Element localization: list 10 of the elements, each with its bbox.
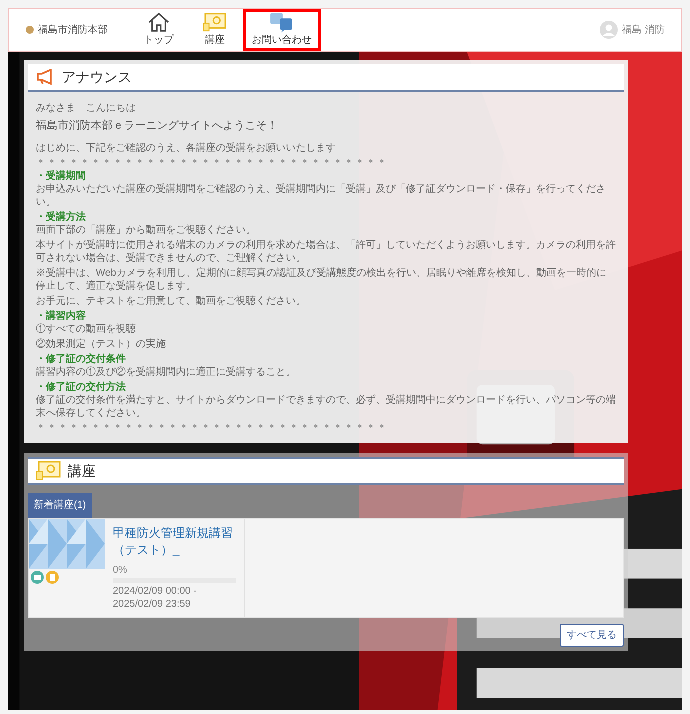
logo-icon xyxy=(25,25,35,35)
avatar-icon xyxy=(600,21,618,39)
logo-text: 福島市消防本部 xyxy=(38,24,108,38)
home-icon xyxy=(147,12,171,33)
user-name[interactable]: 福島 消防 xyxy=(622,22,665,38)
nav-tab[interactable]: トップ xyxy=(131,9,187,51)
screen-icon xyxy=(202,12,228,33)
chat-icon xyxy=(269,12,295,33)
nav-tab[interactable]: 講座 xyxy=(187,9,243,51)
nav-tab[interactable]: お問い合わせ xyxy=(243,9,321,51)
